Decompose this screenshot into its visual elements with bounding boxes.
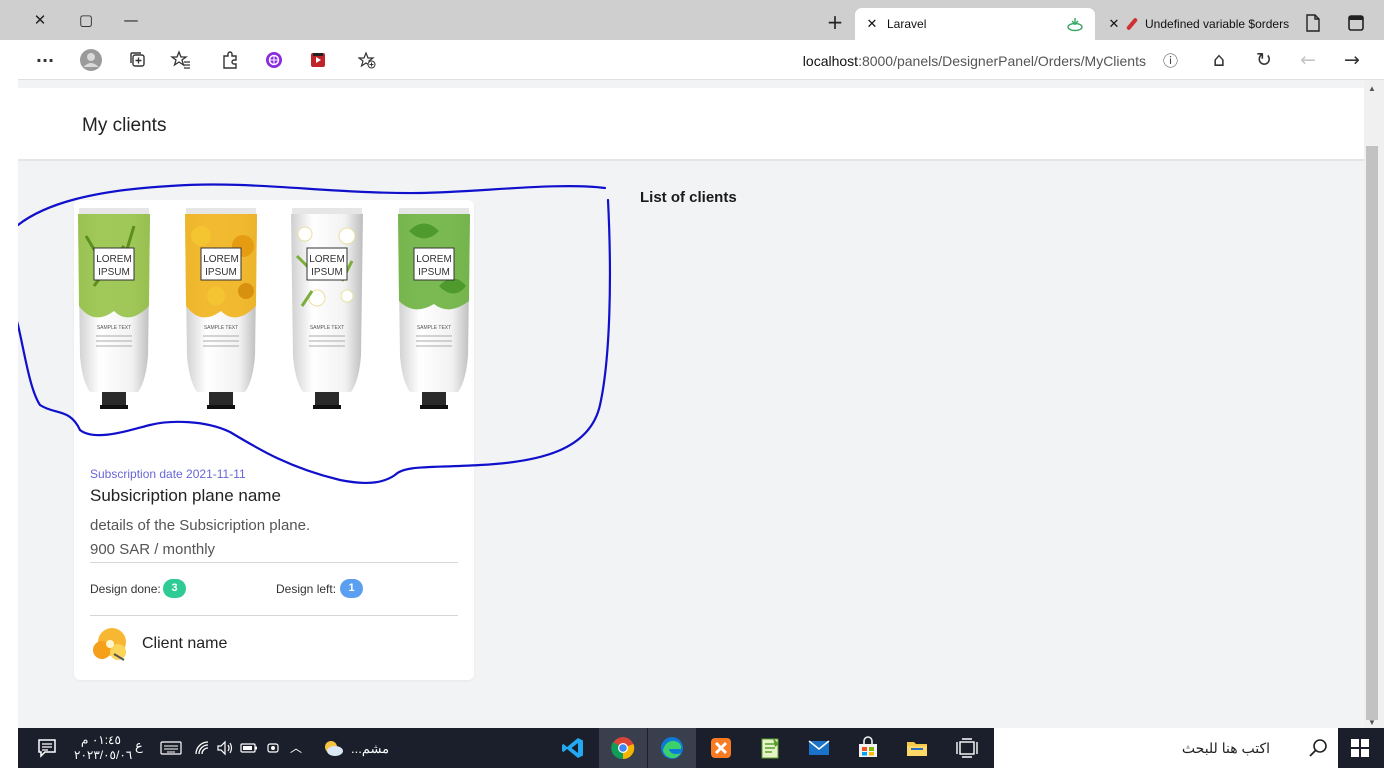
- page-header: My clients: [18, 88, 1364, 161]
- product-label-line1: LOREM: [309, 254, 345, 265]
- tab-favicon-icon: [1067, 18, 1083, 32]
- show-hidden-icons-icon[interactable]: ︿: [290, 739, 302, 756]
- edge-icon[interactable]: [648, 728, 696, 768]
- back-button[interactable]: ←: [1297, 49, 1319, 71]
- vscode-icon[interactable]: [549, 728, 597, 768]
- weather-text[interactable]: ...مشم: [351, 741, 389, 757]
- home-button[interactable]: ⌂: [1208, 49, 1230, 71]
- client-card[interactable]: LOREM IPSUM SAMPLE TEXT LOREM IPSUM SAMP…: [74, 200, 474, 680]
- favorites-icon[interactable]: [170, 49, 192, 71]
- notification-center-icon[interactable]: [36, 737, 58, 759]
- divider: [90, 562, 458, 563]
- browser-window-icon[interactable]: [1348, 14, 1364, 32]
- chrome-icon[interactable]: [599, 728, 647, 768]
- page-viewport: My clients List of clients LOREM IPSUM S…: [18, 80, 1364, 728]
- product-label-line2: IPSUM: [98, 267, 130, 278]
- product-label-line1: LOREM: [96, 254, 132, 265]
- plan-details: details of the Subsicription plane.: [90, 517, 311, 534]
- plan-name: Subsicription plane name: [90, 486, 281, 505]
- address-url: localhost:8000/panels/DesignerPanel/Orde…: [803, 53, 1146, 69]
- tab-close-icon[interactable]: ✕: [1107, 17, 1121, 32]
- tab-title: Undefined variable $orders (: [1145, 17, 1290, 31]
- file-explorer-icon[interactable]: [893, 728, 941, 768]
- collections-icon[interactable]: [127, 49, 149, 71]
- product-tube: LOREM IPSUM SAMPLE TEXT: [185, 208, 257, 409]
- clock-date: ٢٠٢٣/٠٥/٠٦: [74, 748, 133, 762]
- new-tab-button[interactable]: +: [824, 12, 846, 34]
- client-name[interactable]: Client name: [142, 635, 227, 653]
- window-minimize-button[interactable]: —: [119, 8, 143, 32]
- plan-price: 900 SAR / monthly: [90, 541, 216, 558]
- clock-time: ٠١:٤٥ م: [81, 733, 121, 747]
- scroll-up-arrow[interactable]: ▲: [1368, 84, 1376, 93]
- product-sample-text: SAMPLE TEXT: [310, 325, 344, 331]
- profile-avatar-icon[interactable]: [80, 49, 102, 71]
- window-close-button[interactable]: ✕: [28, 8, 52, 32]
- tab-laravel[interactable]: ✕ Laravel: [855, 8, 1095, 40]
- refresh-button[interactable]: ↻: [1253, 49, 1275, 71]
- tab-undefined-variable[interactable]: ✕ Undefined variable $orders (: [1097, 8, 1337, 40]
- design-left-badge: 1: [340, 579, 363, 598]
- address-bar[interactable]: localhost:8000/panels/DesignerPanel/Orde…: [346, 45, 1192, 75]
- browser-toolbar: ··· localhost:8000/panels/DesignerPanel/…: [18, 40, 1384, 80]
- meet-now-icon[interactable]: [266, 740, 280, 756]
- page-title: My clients: [82, 115, 167, 136]
- store-icon[interactable]: [844, 728, 892, 768]
- keyboard-icon[interactable]: [160, 741, 182, 755]
- section-title: List of clients: [640, 189, 737, 206]
- scroll-thumb[interactable]: [1366, 146, 1378, 720]
- product-label-line2: IPSUM: [311, 267, 343, 278]
- subscription-date: Subscription date 2021-11-11: [90, 467, 246, 481]
- tab-favicon-icon: [1126, 18, 1138, 30]
- window-edge: [0, 40, 18, 768]
- search-icon: [1309, 739, 1327, 757]
- page-icon[interactable]: [1305, 14, 1321, 32]
- product-sample-text: SAMPLE TEXT: [417, 325, 451, 331]
- product-label-line2: IPSUM: [205, 267, 237, 278]
- wifi-icon[interactable]: [194, 740, 210, 756]
- mail-icon[interactable]: [795, 728, 843, 768]
- product-sample-text: SAMPLE TEXT: [97, 325, 131, 331]
- address-host: localhost: [802, 53, 859, 69]
- xampp-icon[interactable]: [697, 728, 745, 768]
- add-favorite-icon[interactable]: [358, 51, 376, 69]
- site-info-icon[interactable]: ⓘ: [1163, 50, 1178, 71]
- clock[interactable]: ٠١:٤٥ م ٢٠٢٣/٠٥/٠٦: [74, 733, 133, 763]
- video-downloader-icon[interactable]: [307, 49, 329, 71]
- client-avatar[interactable]: [90, 624, 130, 664]
- product-sample-text: SAMPLE TEXT: [204, 325, 238, 331]
- extensions-icon[interactable]: [219, 49, 241, 71]
- window-restore-button[interactable]: ▢: [74, 8, 98, 32]
- product-tubes-image: LOREM IPSUM SAMPLE TEXT LOREM IPSUM SAMP…: [78, 208, 470, 409]
- design-done-badge: 3: [163, 579, 186, 598]
- weather-icon[interactable]: [322, 737, 344, 759]
- address-path: :8000/panels/DesignerPanel/Orders/MyClie…: [858, 53, 1146, 69]
- taskbar-search-box[interactable]: اكتب هنا للبحث: [994, 728, 1338, 768]
- design-left-label: Design left:: [276, 582, 337, 596]
- scroll-down-arrow[interactable]: ▼: [1368, 718, 1376, 727]
- product-tube: LOREM IPSUM SAMPLE TEXT: [291, 208, 363, 409]
- notepad-icon[interactable]: [746, 728, 794, 768]
- product-label-line1: LOREM: [416, 254, 452, 265]
- volume-icon[interactable]: [216, 740, 234, 756]
- language-indicator[interactable]: ع: [135, 739, 143, 754]
- tab-close-icon[interactable]: ✕: [865, 17, 879, 32]
- browser-title-bar: ✕ ▢ — + ✕ Laravel ✕ Undefined variable $…: [0, 0, 1384, 40]
- divider: [90, 615, 458, 616]
- windows-start-icon[interactable]: [1351, 739, 1369, 757]
- product-label-line1: LOREM: [203, 254, 239, 265]
- battery-icon[interactable]: [240, 741, 258, 755]
- product-tube: LOREM IPSUM SAMPLE TEXT: [78, 208, 150, 409]
- forward-button[interactable]: →: [1341, 49, 1363, 71]
- tab-title: Laravel: [887, 17, 927, 31]
- menu-button[interactable]: ···: [34, 49, 56, 71]
- task-view-icon[interactable]: [943, 728, 991, 768]
- product-tube: LOREM IPSUM SAMPLE TEXT: [398, 208, 470, 409]
- vpn-extension-icon[interactable]: [263, 49, 285, 71]
- product-label-line2: IPSUM: [418, 267, 450, 278]
- windows-taskbar: ٠١:٤٥ م ٢٠٢٣/٠٥/٠٦ ع ︿ ...مشم اكتب هنا ل…: [18, 728, 1384, 768]
- design-done-label: Design done:: [90, 582, 161, 596]
- taskbar-search-placeholder: اكتب هنا للبحث: [1181, 740, 1270, 756]
